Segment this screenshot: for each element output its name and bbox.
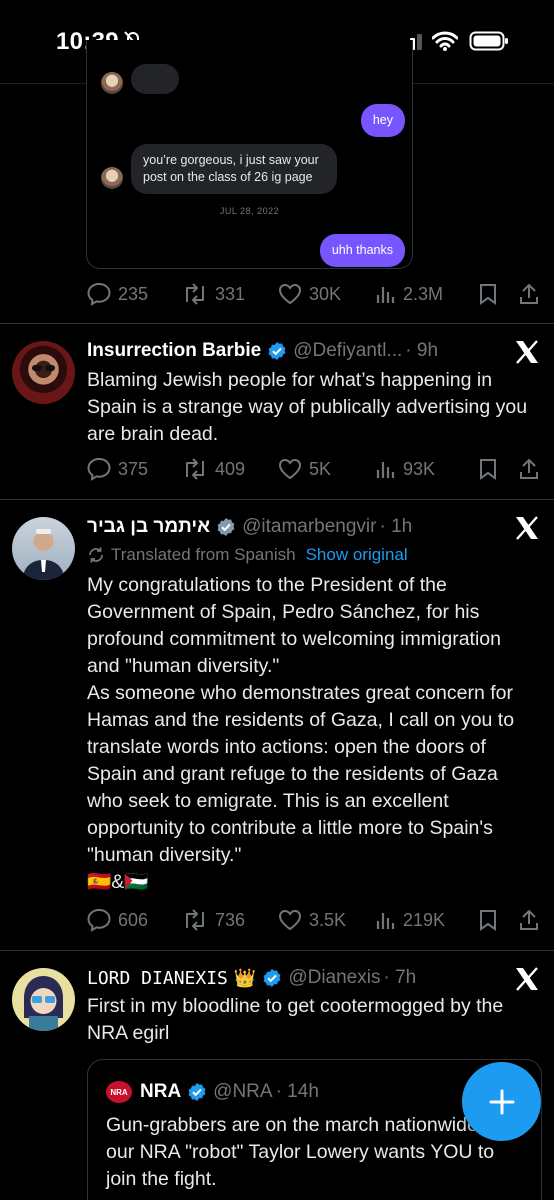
display-name[interactable]: Insurrection Barbie <box>87 340 261 362</box>
repost-button[interactable]: 409 <box>181 457 277 481</box>
avatar[interactable] <box>12 341 75 404</box>
quoted-timestamp: · 14h <box>275 1081 319 1102</box>
like-button[interactable]: 3.5K <box>277 908 375 932</box>
dm-bubble-cutoff <box>131 64 179 94</box>
views-icon <box>376 287 395 303</box>
dm-message-in: you’re gorgeous, i just saw your post on… <box>131 144 337 194</box>
tweet-text: First in my bloodline to get cootermogge… <box>87 995 504 1044</box>
like-button[interactable]: 30K <box>277 282 375 306</box>
timestamp[interactable]: · 9h <box>405 340 438 362</box>
views-button[interactable]: 93K <box>375 458 477 480</box>
person-portrait-icon <box>22 529 65 580</box>
display-name[interactable]: איתמר בן גביר <box>87 516 210 538</box>
divider <box>0 323 554 324</box>
heart-icon <box>278 283 302 305</box>
tweet-text: Blaming Jewish people for what’s happeni… <box>87 369 528 445</box>
tweet-actions: 606 736 3.5K 219K <box>86 905 541 935</box>
avatar[interactable] <box>12 517 75 580</box>
dm-message-out-2: uhh thanks <box>319 234 405 267</box>
repost-button[interactable]: 331 <box>181 282 277 306</box>
quoted-handle: @NRA <box>213 1081 273 1102</box>
tweet-text: My congratulations to the President of t… <box>87 574 515 893</box>
repost-icon <box>186 283 204 305</box>
handle[interactable]: @itamarbengvir <box>242 516 376 538</box>
timestamp[interactable]: · 7h <box>383 967 416 989</box>
dm-date: JUL 28, 2022 <box>219 206 280 216</box>
translation-note: Translated from Spanish Show original <box>87 545 408 565</box>
share-icon[interactable] <box>517 908 541 932</box>
handle[interactable]: @Defiyantl... <box>293 340 402 362</box>
dm-avatar <box>101 167 123 189</box>
display-name[interactable]: 𝙻𝙾𝚁𝙳 𝙳𝙸𝙰𝙽𝙴𝚇𝙸𝚂 <box>87 968 228 989</box>
repost-button[interactable]: 736 <box>181 908 277 932</box>
reply-icon <box>87 282 111 306</box>
verified-badge-icon <box>268 342 286 360</box>
crown-emoji: 👑 <box>233 967 257 988</box>
divider <box>0 950 554 951</box>
dm-message-out: hey <box>360 104 405 137</box>
bookmark-icon[interactable] <box>477 457 499 481</box>
compose-post-button[interactable] <box>462 1062 541 1141</box>
views-button[interactable]: 2.3M <box>375 283 477 305</box>
like-button[interactable]: 5K <box>277 457 375 481</box>
views-icon <box>376 913 395 929</box>
quoted-display-name: NRA <box>140 1081 182 1102</box>
quoted-tweet-header: NRA NRA @NRA · 14h <box>106 1078 319 1106</box>
dm-screenshot-media[interactable]: hey you’re gorgeous, i just saw your pos… <box>86 40 413 269</box>
verified-badge-icon <box>263 969 281 987</box>
bookmark-icon[interactable] <box>477 908 499 932</box>
reply-button[interactable]: 235 <box>86 282 181 306</box>
show-original-link[interactable]: Show original <box>306 545 408 565</box>
quoted-tweet-text: Gun-grabbers are on the march nationwide… <box>106 1114 516 1190</box>
x-logo-icon <box>516 516 538 540</box>
sunglasses-icon <box>32 365 55 371</box>
wifi-icon <box>432 31 458 51</box>
share-icon[interactable] <box>517 457 541 481</box>
reply-button[interactable]: 375 <box>86 457 181 481</box>
heart-icon <box>278 458 302 480</box>
tweet-header: איתמר בן גביר @itamarbengvir · 1h <box>87 513 494 541</box>
divider <box>0 499 554 500</box>
tweet-header: Insurrection Barbie @Defiyantl... · 9h <box>87 337 494 365</box>
x-logo-icon <box>516 340 538 364</box>
tweet-actions: 375 409 5K 93K <box>86 454 541 484</box>
tweet-actions: 235 331 30K 2.3M <box>86 279 541 309</box>
timestamp[interactable]: · 1h <box>380 516 413 538</box>
avatar[interactable] <box>12 968 75 1031</box>
nra-logo-avatar: NRA <box>106 1081 132 1103</box>
x-logo-icon <box>516 967 538 991</box>
share-icon[interactable] <box>517 282 541 306</box>
views-button[interactable]: 219K <box>375 909 477 931</box>
reply-button[interactable]: 606 <box>86 908 181 932</box>
tweet-header: 𝙻𝙾𝚁𝙳 𝙳𝙸𝙰𝙽𝙴𝚇𝙸𝚂 👑 @Dianexis · 7h <box>87 964 494 992</box>
reply-icon <box>87 457 111 481</box>
repost-icon <box>186 458 204 480</box>
dm-avatar-top <box>101 72 123 94</box>
reply-icon <box>87 908 111 932</box>
anime-character-icon <box>24 976 63 1031</box>
translated-label: Translated from Spanish <box>111 545 296 564</box>
handle[interactable]: @Dianexis <box>288 967 380 989</box>
verified-badge-icon <box>217 518 235 536</box>
bookmark-icon[interactable] <box>477 282 499 306</box>
battery-icon <box>469 31 508 51</box>
verified-badge-icon <box>188 1083 206 1101</box>
views-icon <box>376 462 395 478</box>
plus-icon <box>489 1089 514 1114</box>
repost-icon <box>186 909 204 931</box>
heart-icon <box>278 909 302 931</box>
translate-icon <box>89 547 103 563</box>
